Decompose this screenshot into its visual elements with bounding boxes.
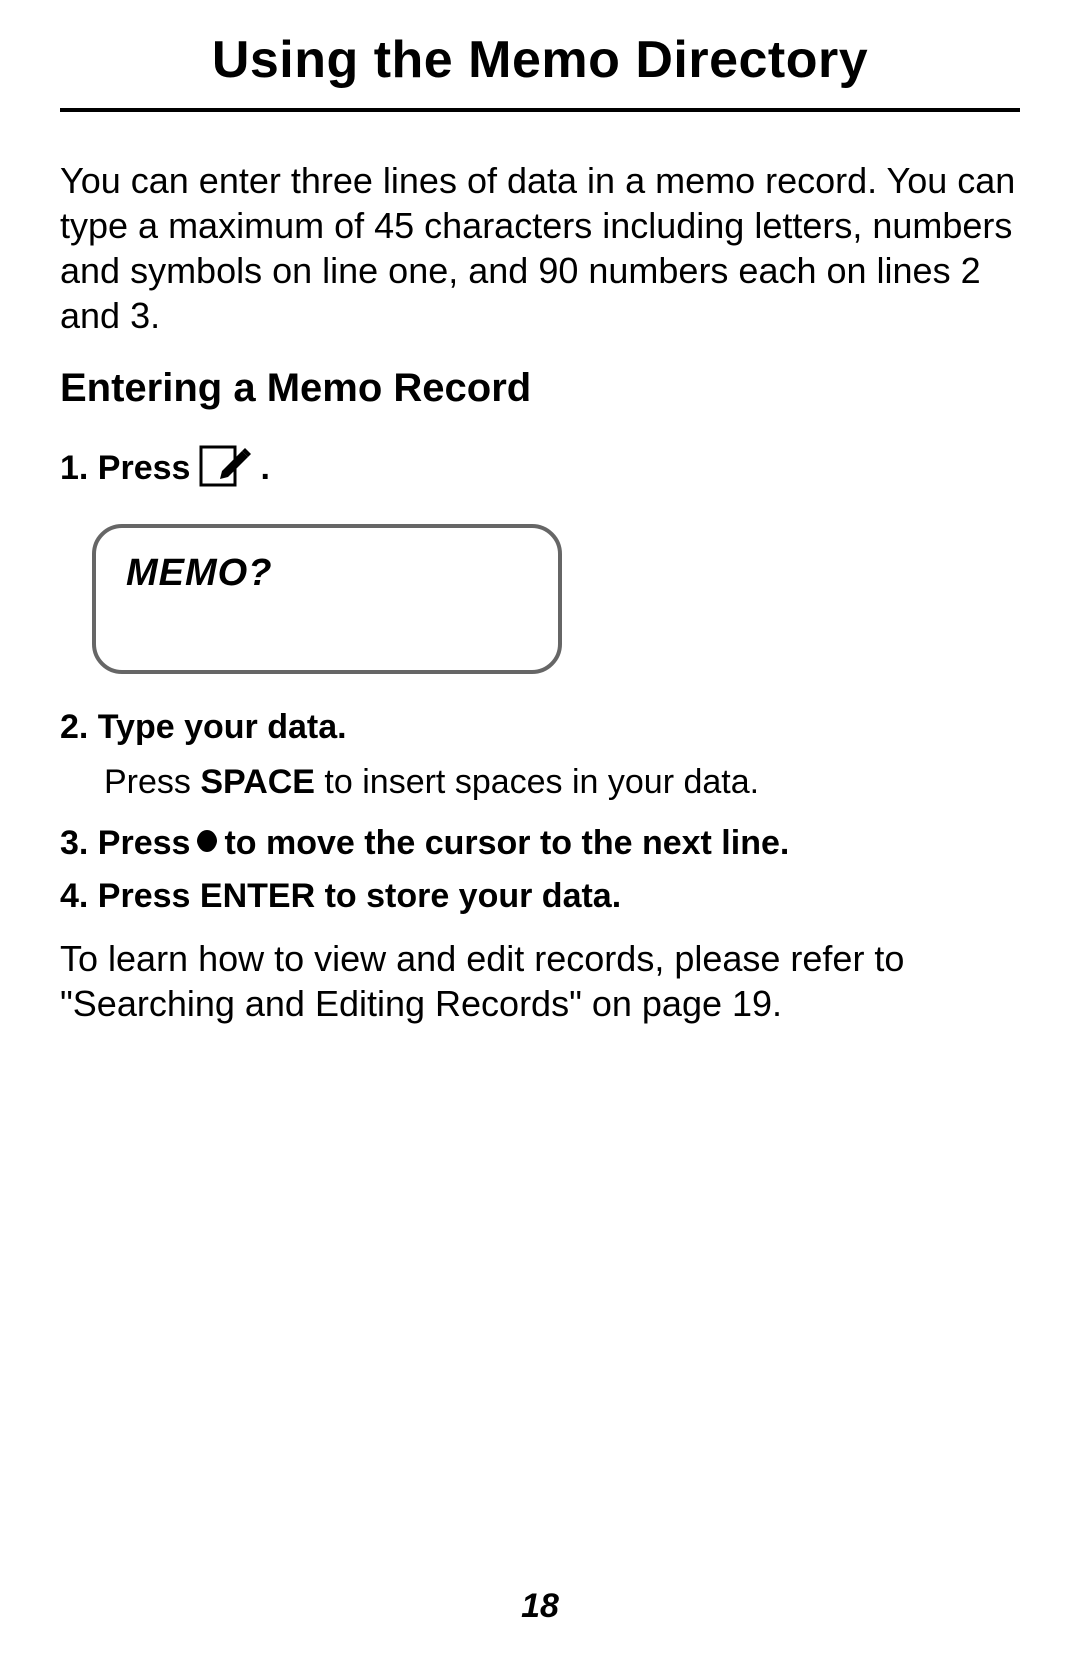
step-1: 1. Press . [60, 439, 1020, 498]
page-number: 18 [0, 1587, 1080, 1626]
step-3-prefix: 3. Press [60, 824, 190, 863]
section-heading: Entering a Memo Record [60, 366, 1020, 411]
step-3: 3. Press to move the cursor to the next … [60, 824, 1020, 863]
memo-icon [198, 439, 254, 498]
manual-page: Using the Memo Directory You can enter t… [0, 0, 1080, 1660]
step-2-keyword: SPACE [200, 763, 315, 801]
lcd-display: MEMO? [92, 524, 562, 674]
page-title: Using the Memo Directory [60, 30, 1020, 112]
step-2-detail-post: to insert spaces in your data. [315, 763, 759, 801]
step-2-detail: Press SPACE to insert spaces in your dat… [104, 761, 1020, 804]
intro-paragraph: You can enter three lines of data in a m… [60, 158, 1020, 338]
step-2-detail-pre: Press [104, 763, 200, 801]
step-3-suffix: to move the cursor to the next line. [224, 824, 789, 863]
step-1-suffix: . [260, 449, 269, 488]
lcd-display-text: MEMO? [126, 552, 528, 595]
step-4: 4. Press ENTER to store your data. [60, 877, 1020, 916]
step-1-prefix: 1. Press [60, 449, 190, 488]
closing-paragraph: To learn how to view and edit records, p… [60, 936, 1020, 1026]
down-arrow-icon [194, 824, 220, 863]
step-2: 2. Type your data. [60, 708, 1020, 747]
